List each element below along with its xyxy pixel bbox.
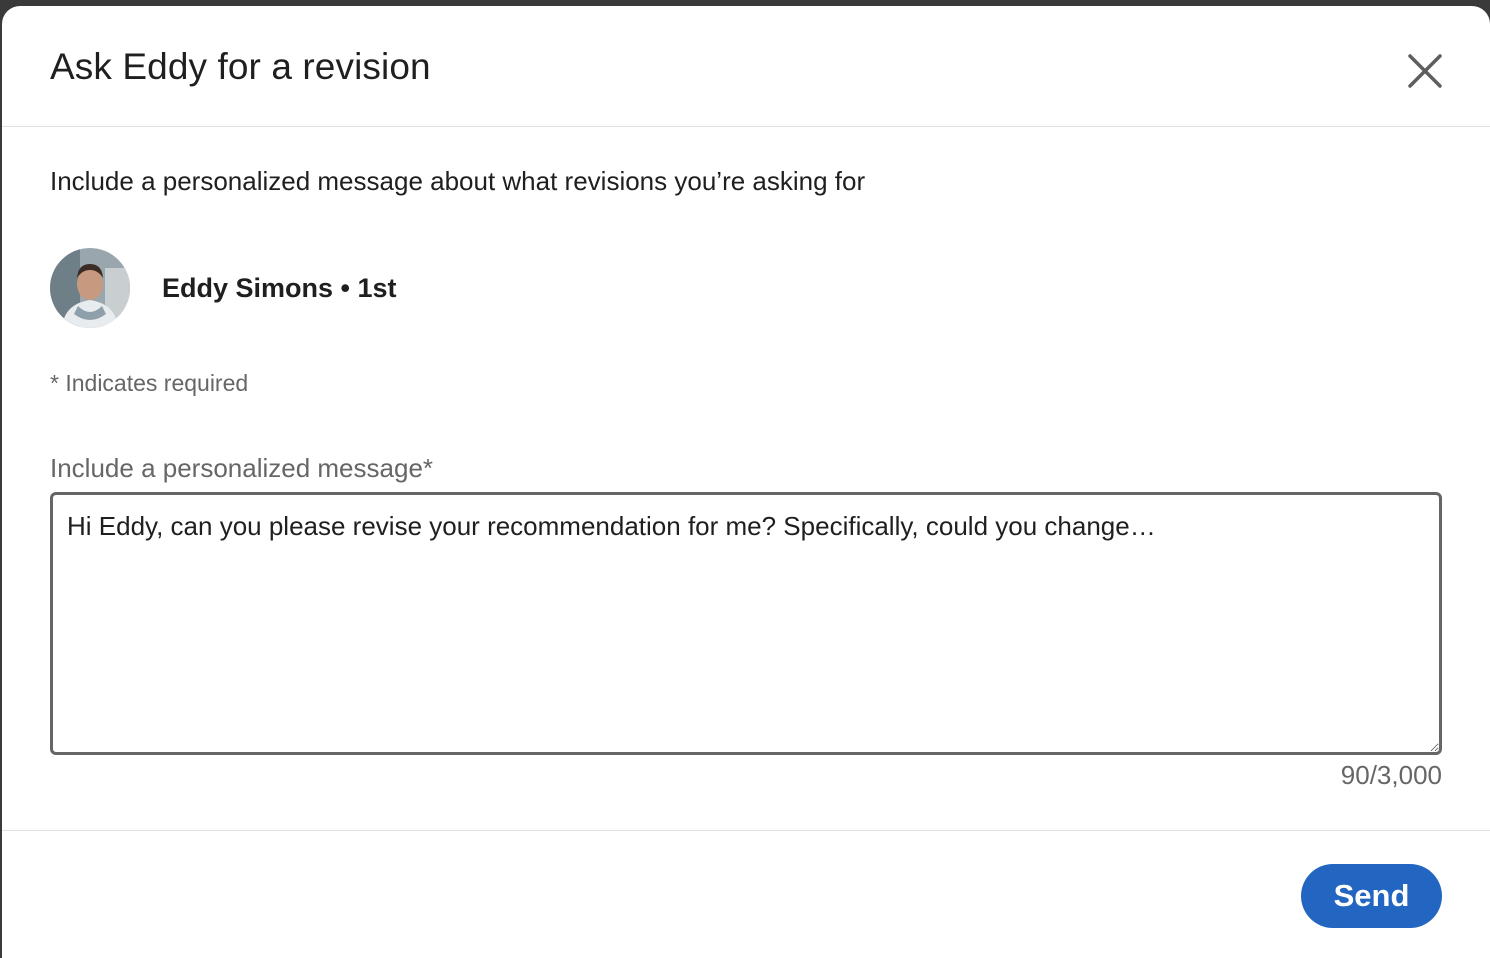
message-label: Include a personalized message*: [50, 453, 434, 483]
character-counter: 90/3,000: [1340, 760, 1442, 790]
recipient-name: Eddy Simons • 1st: [162, 272, 397, 303]
recipient: Eddy Simons • 1st: [50, 248, 397, 328]
required-note: * Indicates required: [50, 370, 249, 396]
dialog-title: Ask Eddy for a revision: [50, 46, 431, 87]
message-textarea[interactable]: Hi Eddy, can you please revise your reco…: [50, 492, 1442, 755]
dialog-header: Ask Eddy for a revision: [2, 6, 1490, 127]
close-icon: [1408, 54, 1442, 88]
revision-dialog: Ask Eddy for a revision Include a person…: [2, 6, 1490, 958]
send-button[interactable]: Send: [1301, 864, 1442, 928]
footer-divider: [2, 830, 1490, 831]
close-button[interactable]: [1402, 48, 1448, 94]
avatar: [50, 248, 130, 328]
intro-text: Include a personalized message about wha…: [50, 166, 866, 196]
